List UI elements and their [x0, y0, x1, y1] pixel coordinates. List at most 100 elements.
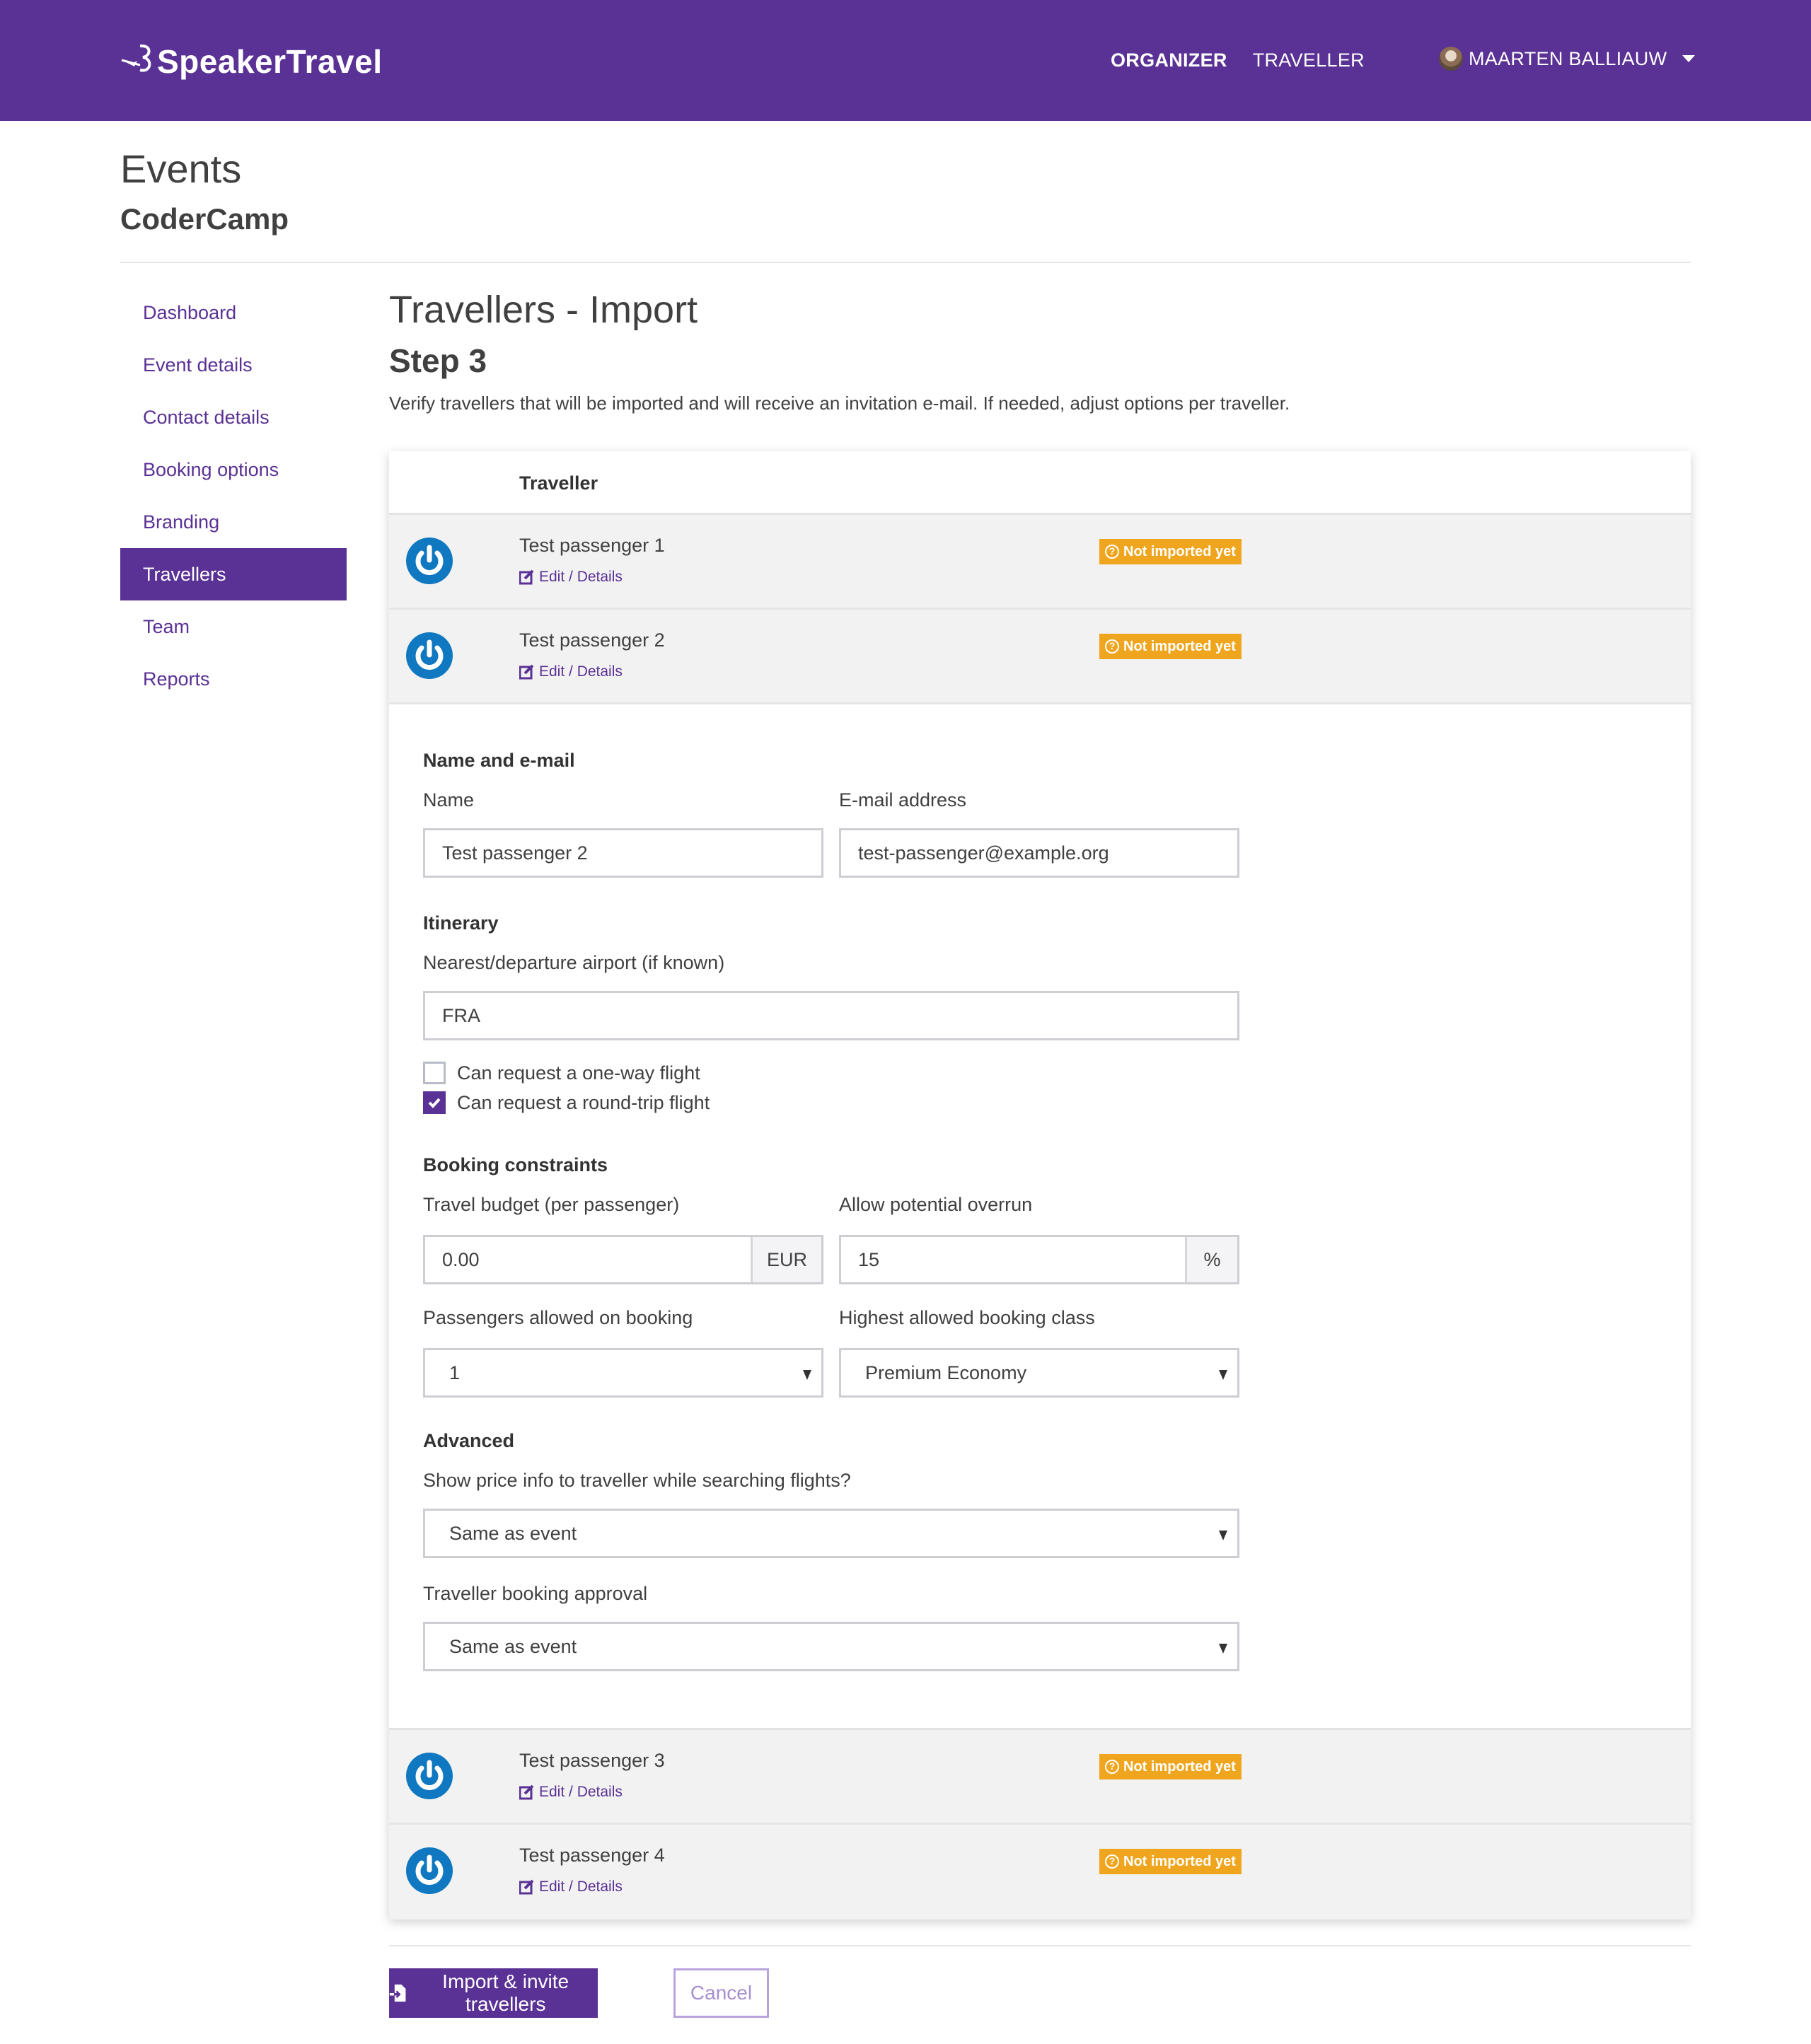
overrun-field[interactable]: %	[839, 1235, 1239, 1284]
edit-icon	[519, 664, 534, 680]
sidebar-item-booking-options[interactable]: Booking options	[120, 443, 347, 496]
traveller-name: Test passenger 4	[519, 1845, 665, 1866]
select-arrow-icon	[1219, 1531, 1227, 1540]
sidebar-item-team[interactable]: Team	[120, 600, 347, 653]
overrun-label: Allow potential overrun	[839, 1194, 1033, 1215]
section-advanced: Advanced	[423, 1430, 515, 1451]
name-label: Name	[423, 789, 475, 811]
footer-divider	[389, 1945, 1691, 1946]
cancel-button[interactable]: Cancel	[673, 1968, 769, 2018]
edit-icon	[519, 1879, 534, 1895]
airport-label: Nearest/departure airport (if known)	[423, 952, 725, 973]
traveller-edit-form: Name and e-mail Name E-mail address Itin…	[389, 704, 1691, 1730]
budget-field[interactable]: EUR	[423, 1235, 823, 1284]
edit-details-link[interactable]: Edit / Details	[519, 1784, 623, 1801]
sidebar-item-reports[interactable]: Reports	[120, 653, 347, 705]
header-divider	[120, 262, 1691, 263]
traveller-name: Test passenger 2	[519, 629, 665, 651]
nav-organizer[interactable]: ORGANIZER	[1111, 50, 1227, 71]
edit-details-link[interactable]: Edit / Details	[519, 1878, 623, 1895]
edit-details-label: Edit / Details	[539, 569, 623, 585]
file-import-icon	[389, 1984, 406, 2002]
sidebar-item-branding[interactable]: Branding	[120, 496, 347, 548]
table-row: Test passenger 1 Edit / Details ? Not im…	[389, 515, 1691, 610]
email-label: E-mail address	[839, 789, 967, 811]
section-name-email: Name and e-mail	[423, 750, 575, 771]
email-input[interactable]	[858, 842, 1220, 864]
step-title: Step 3	[389, 342, 487, 379]
section-title: Travellers - Import	[389, 289, 698, 331]
event-name: CoderCamp	[120, 202, 289, 236]
status-badge: ? Not imported yet	[1099, 634, 1242, 659]
airplane-logo-icon	[119, 42, 156, 81]
status-text: Not imported yet	[1123, 543, 1236, 559]
checkmark-icon	[428, 1098, 441, 1108]
column-header-traveller: Traveller	[519, 472, 598, 494]
status-text: Not imported yet	[1123, 1758, 1236, 1775]
select-arrow-icon	[1219, 1370, 1227, 1380]
user-name: MAARTEN BALLIAUW	[1469, 47, 1667, 69]
one-way-option[interactable]: Can request a one-way flight	[423, 1062, 700, 1084]
edit-details-link[interactable]: Edit / Details	[519, 663, 623, 680]
sidebar-item-event-details[interactable]: Event details	[120, 339, 347, 391]
avatar	[1439, 47, 1463, 71]
power-logo-icon	[406, 1753, 453, 1799]
status-badge: ? Not imported yet	[1099, 1754, 1242, 1779]
budget-label: Travel budget (per passenger)	[423, 1194, 680, 1215]
name-field[interactable]	[423, 828, 823, 878]
email-field[interactable]	[839, 828, 1239, 878]
approval-select[interactable]: Same as event	[423, 1622, 1239, 1671]
brand-name: SpeakerTravel	[157, 43, 383, 80]
percent-addon: %	[1185, 1237, 1237, 1282]
passengers-select[interactable]: 1	[423, 1348, 823, 1398]
name-input[interactable]	[442, 842, 804, 864]
edit-details-label: Edit / Details	[539, 663, 623, 680]
sidebar: Dashboard Event details Contact details …	[120, 286, 347, 705]
page-title: Events	[120, 146, 242, 191]
airport-field[interactable]	[423, 991, 1239, 1040]
user-menu[interactable]: MAARTEN BALLIAUW	[1439, 47, 1696, 71]
sidebar-item-travellers[interactable]: Travellers	[120, 548, 347, 600]
top-navbar: SpeakerTravel ORGANIZER TRAVELLER MAARTE…	[0, 0, 1811, 121]
select-arrow-icon	[803, 1370, 811, 1380]
status-badge: ? Not imported yet	[1099, 1849, 1242, 1874]
edit-details-label: Edit / Details	[539, 1878, 623, 1895]
brand-logo[interactable]: SpeakerTravel	[119, 37, 383, 86]
edit-icon	[519, 569, 534, 585]
booking-class-select[interactable]: Premium Economy	[839, 1348, 1239, 1398]
section-itinerary: Itinerary	[423, 912, 499, 934]
question-circle-icon: ?	[1105, 1854, 1119, 1869]
price-info-label: Show price info to traveller while searc…	[423, 1470, 851, 1491]
price-info-value: Same as event	[449, 1522, 577, 1544]
import-invite-button[interactable]: Import & invite travellers	[389, 1968, 598, 2018]
power-logo-icon	[406, 1847, 453, 1894]
one-way-checkbox[interactable]	[423, 1062, 446, 1084]
edit-details-label: Edit / Details	[539, 1784, 623, 1800]
class-label: Highest allowed booking class	[839, 1307, 1095, 1328]
currency-addon: EUR	[751, 1237, 821, 1282]
question-circle-icon: ?	[1105, 1760, 1119, 1774]
section-booking-constraints: Booking constraints	[423, 1154, 608, 1175]
nav-traveller[interactable]: TRAVELLER	[1253, 50, 1365, 71]
question-circle-icon: ?	[1105, 545, 1119, 559]
table-row: Test passenger 3 Edit / Details ? Not im…	[389, 1730, 1691, 1825]
import-invite-label: Import & invite travellers	[442, 1970, 569, 2015]
status-text: Not imported yet	[1123, 638, 1236, 654]
round-trip-option[interactable]: Can request a round-trip flight	[423, 1091, 710, 1114]
table-row: Test passenger 4 Edit / Details ? Not im…	[389, 1825, 1691, 1920]
edit-details-link[interactable]: Edit / Details	[519, 569, 623, 586]
approval-label: Traveller booking approval	[423, 1583, 648, 1604]
round-trip-checkbox[interactable]	[423, 1091, 446, 1114]
overrun-input[interactable]	[858, 1248, 1220, 1271]
passengers-value: 1	[449, 1361, 461, 1383]
price-info-select[interactable]: Same as event	[423, 1509, 1239, 1558]
airport-input[interactable]	[442, 1004, 1220, 1027]
main-nav: ORGANIZER TRAVELLER	[1111, 50, 1365, 71]
traveller-name: Test passenger 1	[519, 535, 665, 556]
booking-class-value: Premium Economy	[865, 1361, 1027, 1383]
status-badge: ? Not imported yet	[1099, 539, 1242, 564]
sidebar-item-dashboard[interactable]: Dashboard	[120, 286, 347, 339]
sidebar-item-contact-details[interactable]: Contact details	[120, 391, 347, 443]
table-row: Test passenger 2 Edit / Details ? Not im…	[389, 610, 1691, 704]
status-text: Not imported yet	[1123, 1853, 1236, 1869]
